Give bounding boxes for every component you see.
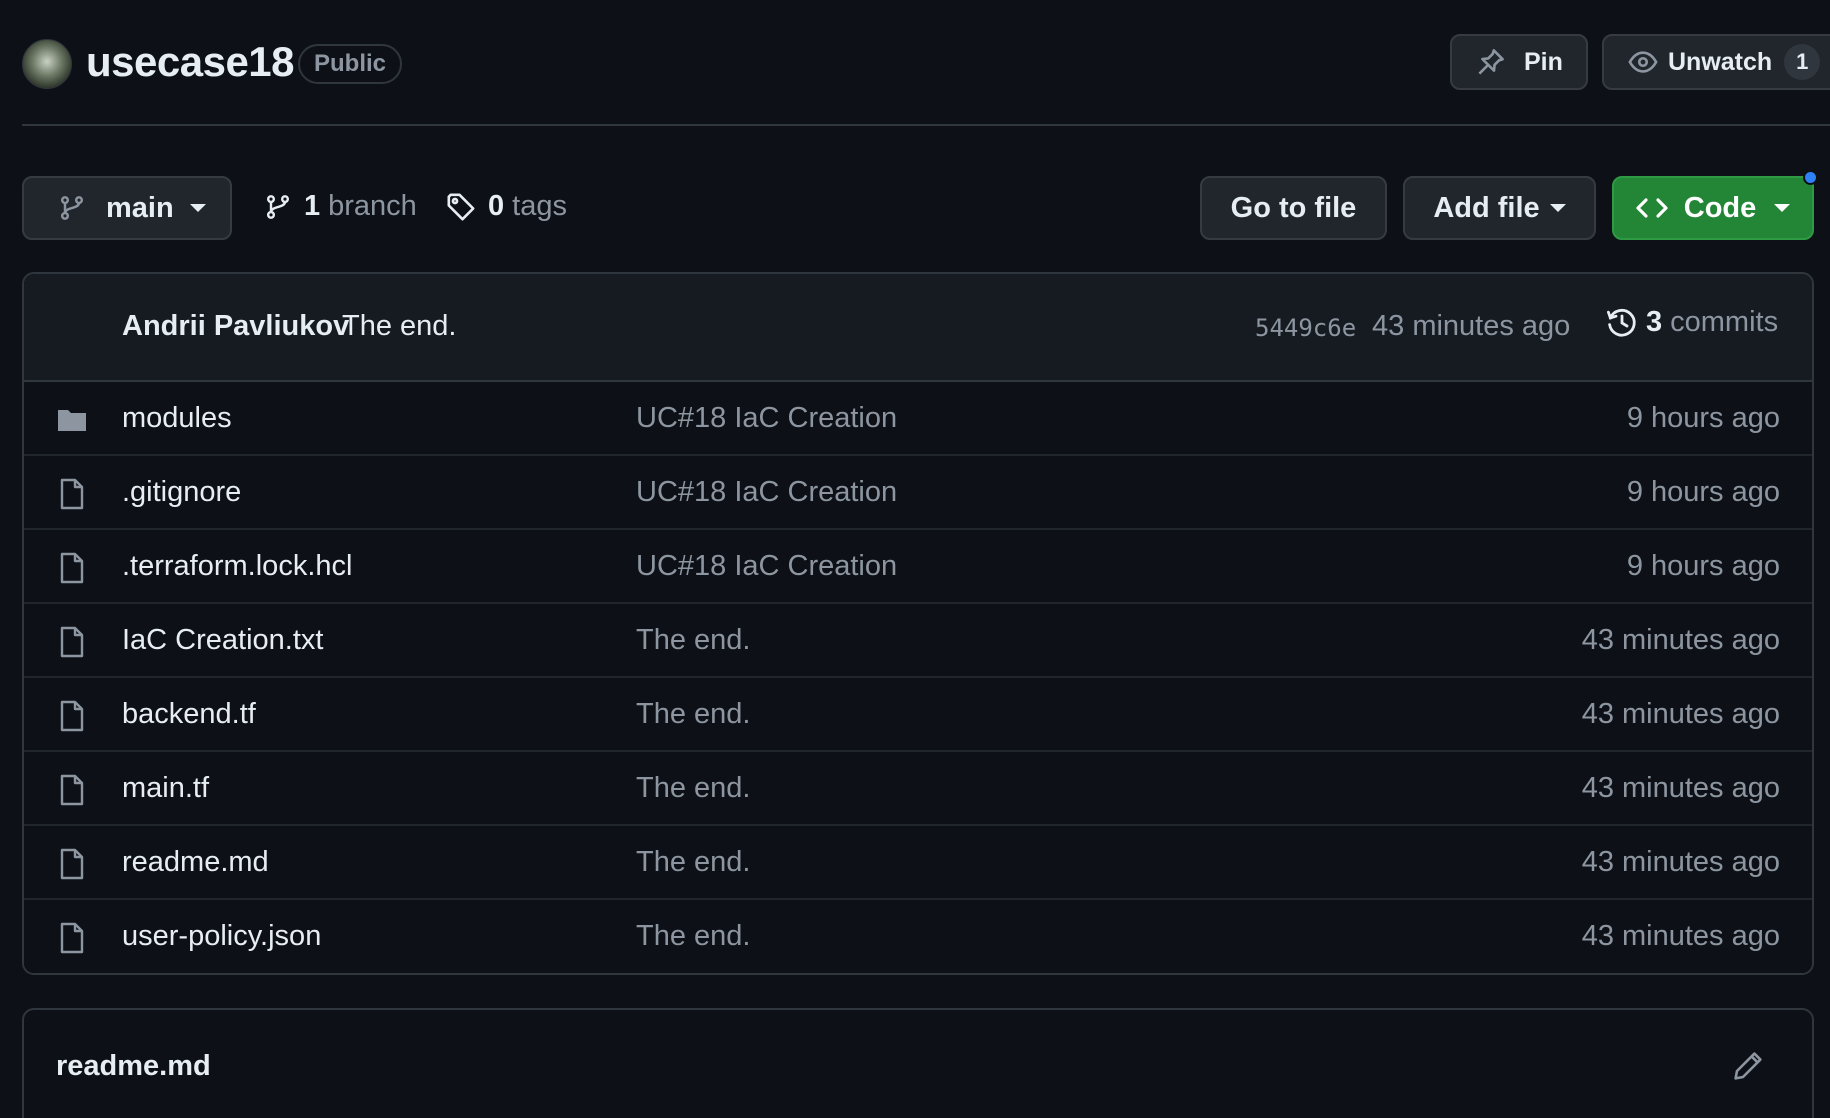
file-name[interactable]: modules (122, 402, 232, 435)
file-commit-message[interactable]: The end. (636, 624, 750, 657)
file-row[interactable]: user-policy.json The end. 43 minutes ago (24, 900, 1812, 973)
file-name[interactable]: readme.md (122, 846, 269, 879)
file-icon (56, 700, 88, 732)
commit-author[interactable]: Andrii Pavliukov (122, 310, 349, 343)
chevron-down-icon (1549, 204, 1566, 212)
file-browser: Andrii Pavliukov The end. 5449c6e 43 min… (22, 272, 1814, 975)
file-name[interactable]: main.tf (122, 772, 209, 805)
go-to-file-button[interactable]: Go to file (1200, 176, 1387, 240)
branch-selector-button[interactable]: main (22, 176, 232, 240)
tag-icon (446, 192, 476, 222)
readme-title[interactable]: readme.md (56, 1050, 211, 1083)
file-commit-time: 43 minutes ago (1581, 772, 1780, 804)
file-row[interactable]: modules UC#18 IaC Creation 9 hours ago (24, 382, 1812, 456)
file-commit-message[interactable]: UC#18 IaC Creation (636, 550, 897, 583)
file-row[interactable]: main.tf The end. 43 minutes ago (24, 752, 1812, 826)
file-row[interactable]: .gitignore UC#18 IaC Creation 9 hours ag… (24, 456, 1812, 530)
add-file-label: Add file (1433, 191, 1540, 224)
file-row[interactable]: backend.tf The end. 43 minutes ago (24, 678, 1812, 752)
commit-count: 3 (1646, 306, 1663, 338)
latest-commit-bar: Andrii Pavliukov The end. 5449c6e 43 min… (24, 274, 1812, 382)
file-commit-time: 43 minutes ago (1581, 846, 1780, 878)
file-commit-message[interactable]: UC#18 IaC Creation (636, 402, 897, 435)
owner-avatar[interactable] (22, 39, 72, 89)
git-branch-icon (264, 193, 292, 221)
commits-history-link[interactable]: 3 commits (1606, 306, 1778, 339)
file-commit-time: 43 minutes ago (1581, 698, 1780, 730)
add-file-button[interactable]: Add file (1403, 176, 1596, 240)
file-icon (56, 552, 88, 584)
notification-dot (1803, 170, 1818, 185)
file-name[interactable]: IaC Creation.txt (122, 624, 323, 657)
file-commit-time: 43 minutes ago (1581, 920, 1780, 952)
file-name[interactable]: user-policy.json (122, 920, 321, 953)
file-icon (56, 478, 88, 510)
file-icon (56, 774, 88, 806)
file-name[interactable]: .terraform.lock.hcl (122, 550, 352, 583)
repo-page: usecase18 Public Pin Unwatch 1 main 1 br… (0, 0, 1830, 1118)
code-icon (1636, 194, 1668, 222)
commit-time: 43 minutes ago (1372, 310, 1571, 342)
watch-count-badge: 1 (1784, 44, 1821, 80)
file-name[interactable]: backend.tf (122, 698, 256, 731)
commit-count-label: commits (1670, 306, 1779, 338)
repo-header: usecase18 Public Pin Unwatch 1 (22, 0, 1830, 126)
current-branch-label: main (106, 191, 174, 224)
pin-label: Pin (1524, 47, 1563, 76)
file-icon (56, 626, 88, 658)
code-label: Code (1683, 191, 1757, 224)
file-commit-message[interactable]: The end. (636, 846, 750, 879)
file-icon (56, 848, 88, 880)
pin-button[interactable]: Pin (1450, 34, 1588, 90)
file-name[interactable]: .gitignore (122, 476, 241, 509)
file-commit-time: 9 hours ago (1626, 550, 1780, 582)
code-button[interactable]: Code (1612, 176, 1814, 240)
history-icon (1606, 307, 1638, 339)
pin-icon (1476, 47, 1506, 77)
file-commit-time: 43 minutes ago (1581, 624, 1780, 656)
commit-message[interactable]: The end. (342, 310, 456, 343)
repo-name[interactable]: usecase18 (86, 38, 295, 86)
file-row[interactable]: .terraform.lock.hcl UC#18 IaC Creation 9… (24, 530, 1812, 604)
git-branch-icon (58, 194, 86, 222)
file-icon (56, 922, 88, 954)
branches-link[interactable]: 1 branch (264, 190, 417, 223)
file-commit-message[interactable]: The end. (636, 772, 750, 805)
readme-panel: readme.md (22, 1008, 1814, 1118)
unwatch-button[interactable]: Unwatch 1 (1602, 34, 1830, 90)
visibility-badge: Public (298, 44, 403, 84)
tag-count: 0 (488, 190, 505, 222)
file-row[interactable]: readme.md The end. 43 minutes ago (24, 826, 1812, 900)
tags-link[interactable]: 0 tags (446, 190, 567, 223)
branch-count-label: branch (328, 190, 417, 222)
go-to-file-label: Go to file (1230, 191, 1357, 224)
file-row[interactable]: IaC Creation.txt The end. 43 minutes ago (24, 604, 1812, 678)
branch-count: 1 (304, 190, 321, 222)
file-commit-message[interactable]: The end. (636, 920, 750, 953)
file-commit-message[interactable]: UC#18 IaC Creation (636, 476, 897, 509)
eye-icon (1628, 47, 1658, 77)
file-commit-time: 9 hours ago (1626, 402, 1780, 434)
chevron-down-icon (189, 204, 206, 212)
commit-sha[interactable]: 5449c6e (1255, 314, 1356, 342)
pencil-icon[interactable] (1732, 1050, 1764, 1082)
file-commit-message[interactable]: The end. (636, 698, 750, 731)
unwatch-label: Unwatch (1668, 47, 1773, 76)
folder-icon (56, 404, 88, 436)
file-commit-time: 9 hours ago (1626, 476, 1780, 508)
chevron-down-icon (1774, 204, 1791, 212)
tag-count-label: tags (512, 190, 567, 222)
